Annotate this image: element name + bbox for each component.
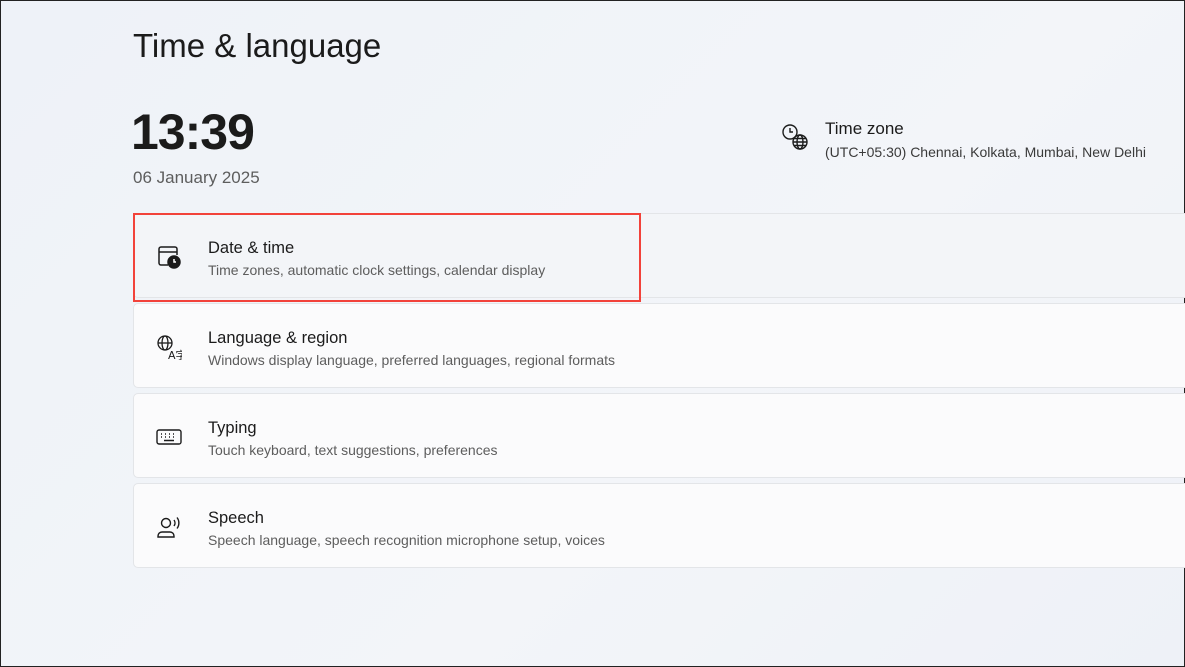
- keyboard-icon: [156, 424, 182, 450]
- settings-item-date-time[interactable]: Date & time Time zones, automatic clock …: [133, 213, 1185, 298]
- current-date: 06 January 2025: [133, 168, 260, 188]
- item-description: Time zones, automatic clock settings, ca…: [208, 262, 545, 278]
- item-description: Speech language, speech recognition micr…: [208, 532, 605, 548]
- time-zone-value: (UTC+05:30) Chennai, Kolkata, Mumbai, Ne…: [825, 144, 1146, 160]
- item-label: Language & region: [208, 329, 347, 348]
- language-icon: A字: [156, 334, 182, 360]
- item-label: Date & time: [208, 239, 294, 258]
- item-description: Windows display language, preferred lang…: [208, 352, 615, 368]
- settings-item-speech[interactable]: Speech Speech language, speech recogniti…: [133, 483, 1185, 568]
- time-zone-label: Time zone: [825, 119, 904, 139]
- item-label: Speech: [208, 509, 264, 528]
- current-time: 13:39: [131, 103, 254, 161]
- speech-icon: [156, 514, 182, 540]
- time-zone-info[interactable]: Time zone (UTC+05:30) Chennai, Kolkata, …: [781, 119, 1181, 169]
- page-title: Time & language: [133, 27, 381, 65]
- item-description: Touch keyboard, text suggestions, prefer…: [208, 442, 498, 458]
- svg-text:A字: A字: [168, 348, 182, 360]
- clock-globe-icon: [781, 123, 809, 151]
- settings-item-language-region[interactable]: A字 Language & region Windows display lan…: [133, 303, 1185, 388]
- item-label: Typing: [208, 419, 257, 438]
- calendar-clock-icon: [156, 244, 182, 270]
- settings-item-typing[interactable]: Typing Touch keyboard, text suggestions,…: [133, 393, 1185, 478]
